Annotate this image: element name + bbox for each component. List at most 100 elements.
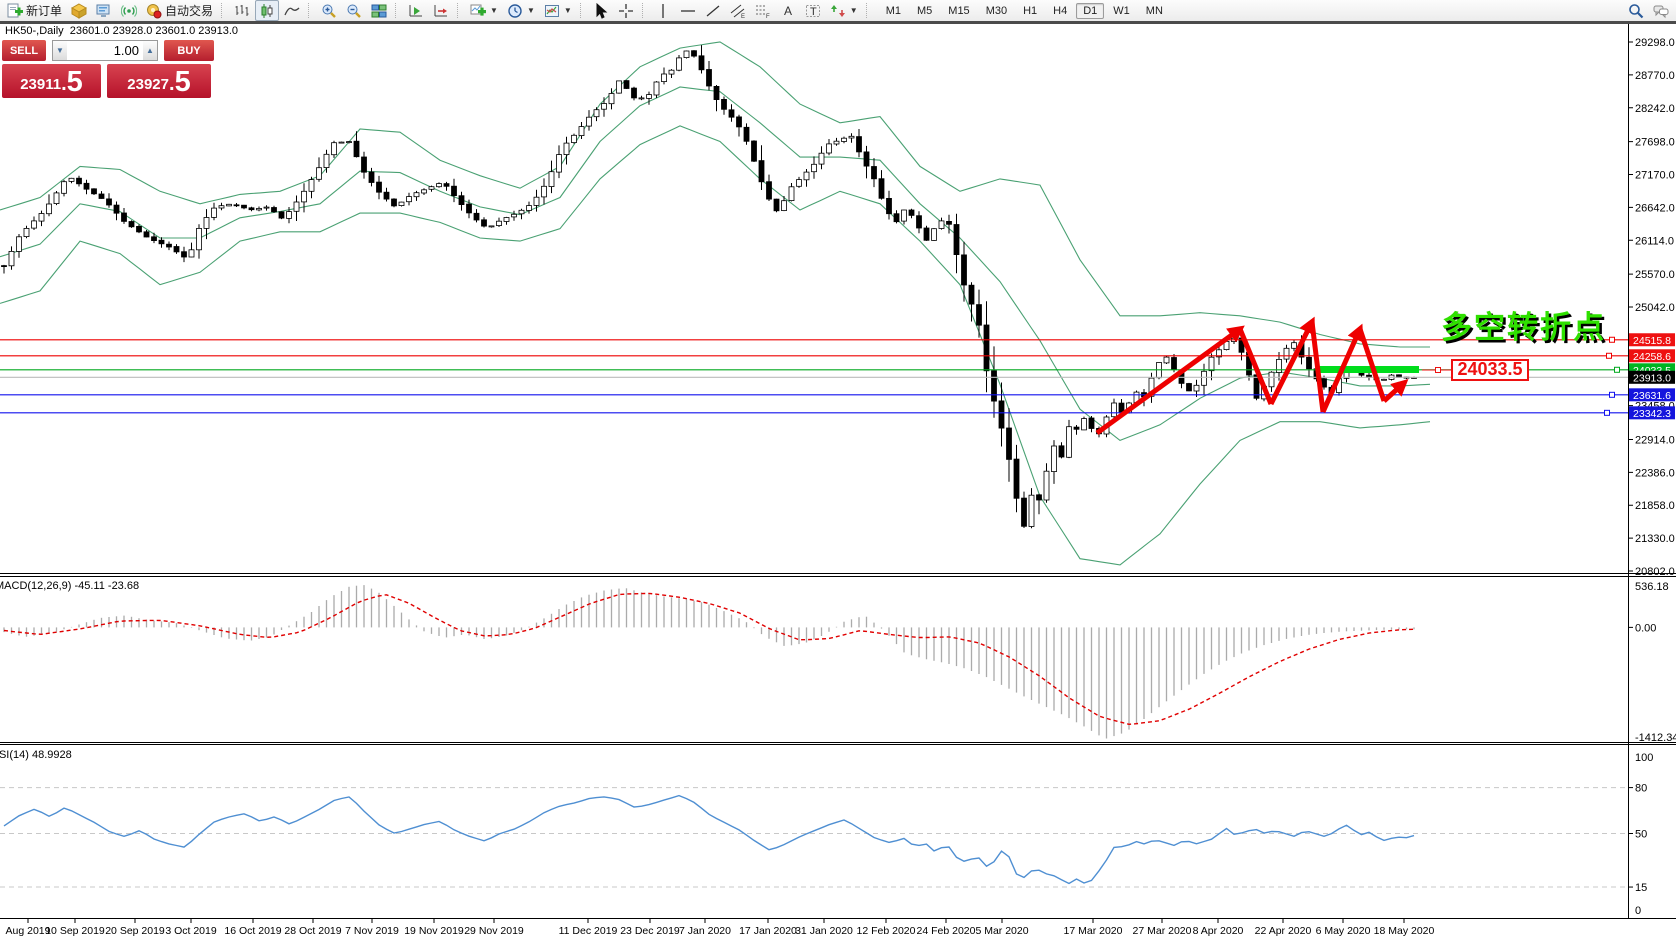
- svg-text:24258.6: 24258.6: [1633, 351, 1671, 363]
- crosshair-tool-button[interactable]: [614, 0, 638, 21]
- main-toolbar: 新订单 自动交易: [0, 0, 1676, 21]
- svg-text:3 Oct 2019: 3 Oct 2019: [165, 925, 217, 937]
- candlestick-type-button[interactable]: [255, 0, 279, 21]
- toolbar-separator: [580, 3, 585, 18]
- vertical-line-icon: [655, 3, 671, 19]
- line-chart-type-button[interactable]: [280, 0, 304, 21]
- rsi-indicator-label: RSI(14) 48.9928: [0, 749, 72, 761]
- timeframe-m30-button[interactable]: M30: [979, 3, 1014, 19]
- toolbar-separator: [308, 3, 313, 18]
- templates-button[interactable]: ▼: [540, 0, 576, 21]
- search-button[interactable]: [1624, 0, 1648, 21]
- chart-canvas[interactable]: 29298.028770.028242.027698.027170.026642…: [0, 22, 1676, 941]
- svg-text:24515.8: 24515.8: [1633, 335, 1671, 347]
- new-order-button[interactable]: 新订单: [3, 0, 66, 21]
- svg-text:11 Dec 2019: 11 Dec 2019: [559, 925, 618, 937]
- zoom-in-button[interactable]: [317, 0, 341, 21]
- svg-text:27170.0: 27170.0: [1635, 169, 1675, 181]
- bid-price-display[interactable]: 23911.5: [2, 64, 101, 98]
- svg-text:23 Dec 2019: 23 Dec 2019: [620, 925, 680, 937]
- horizontal-levels-layer[interactable]: [0, 337, 1628, 415]
- svg-text:19 Nov 2019: 19 Nov 2019: [404, 925, 464, 937]
- svg-text:-1412.34: -1412.34: [1635, 732, 1676, 744]
- periods-button[interactable]: ▼: [503, 0, 539, 21]
- label-tool-button[interactable]: T: [801, 0, 825, 21]
- svg-text:23913.0: 23913.0: [1633, 372, 1671, 384]
- text-tool-button[interactable]: A: [776, 0, 800, 21]
- timeframe-m1-button[interactable]: M1: [879, 3, 908, 19]
- svg-text:0.00: 0.00: [1635, 622, 1656, 634]
- timeframe-w1-button[interactable]: W1: [1106, 3, 1137, 19]
- toolbar-separator: [642, 3, 647, 18]
- indicators-icon: [470, 3, 486, 19]
- timeframe-h4-button[interactable]: H4: [1046, 3, 1074, 19]
- macd-layer: [4, 585, 1414, 738]
- autotrading-button[interactable]: 自动交易: [142, 0, 217, 21]
- svg-text:7 Nov 2019: 7 Nov 2019: [345, 925, 399, 937]
- svg-text:18 May 2020: 18 May 2020: [1374, 925, 1435, 937]
- window-edge: [0, 21, 1676, 24]
- svg-text:50: 50: [1635, 829, 1647, 841]
- date-axis-layer[interactable]: Aug 201910 Sep 201920 Sep 20193 Oct 2019…: [6, 919, 1435, 937]
- svg-text:23631.6: 23631.6: [1633, 390, 1671, 402]
- timeframe-m15-button[interactable]: M15: [941, 3, 976, 19]
- zoom-out-icon: [346, 3, 362, 19]
- fibonacci-icon: F: [755, 3, 771, 19]
- svg-text:E: E: [741, 14, 745, 19]
- bid-pips: 5: [67, 68, 83, 97]
- chart-shift-icon: [433, 3, 449, 19]
- market-watch-button[interactable]: [92, 0, 116, 21]
- tile-windows-button[interactable]: [367, 0, 391, 21]
- buy-button[interactable]: BUY: [164, 40, 214, 61]
- svg-text:6 May 2020: 6 May 2020: [1316, 925, 1371, 937]
- toolbar-separator: [866, 3, 871, 18]
- zigzag-trend-arrow[interactable]: [1097, 329, 1240, 433]
- turning-point-annotation[interactable]: 多空转折点 多空转折点: [1441, 310, 1609, 348]
- volume-up-button[interactable]: ▲: [143, 41, 157, 60]
- auto-scroll-button[interactable]: [404, 0, 428, 21]
- new-order-label: 新订单: [26, 2, 62, 19]
- hline-tool-button[interactable]: [676, 0, 700, 21]
- toolbar-separator: [395, 3, 400, 18]
- sell-button[interactable]: SELL: [2, 40, 46, 61]
- clock-icon: [507, 3, 523, 19]
- ask-price-display[interactable]: 23927.5: [107, 64, 211, 98]
- fibonacci-tool-button[interactable]: F: [751, 0, 775, 21]
- zoom-in-icon: [321, 3, 337, 19]
- volume-input[interactable]: [67, 41, 143, 60]
- svg-text:8 Apr 2020: 8 Apr 2020: [1193, 925, 1244, 937]
- timeframe-mn-button[interactable]: MN: [1139, 3, 1170, 19]
- monitor-icon: [96, 3, 112, 19]
- svg-text:23342.3: 23342.3: [1633, 408, 1671, 420]
- support-highlight-bar[interactable]: [1316, 366, 1419, 373]
- template-icon: [544, 3, 560, 19]
- svg-text:100: 100: [1635, 752, 1653, 764]
- metaeditor-button[interactable]: [67, 0, 91, 21]
- chevron-down-icon: ▼: [490, 6, 498, 15]
- bar-chart-type-button[interactable]: [230, 0, 254, 21]
- volume-down-button[interactable]: ▼: [53, 41, 67, 60]
- svg-text:28 Oct 2019: 28 Oct 2019: [284, 925, 341, 937]
- channel-tool-button[interactable]: E: [726, 0, 750, 21]
- cursor-tool-button[interactable]: [589, 0, 613, 21]
- trendline-tool-button[interactable]: [701, 0, 725, 21]
- zoom-out-button[interactable]: [342, 0, 366, 21]
- timeframe-d1-button[interactable]: D1: [1076, 3, 1104, 19]
- signal-button[interactable]: [117, 0, 141, 21]
- bollinger-bands-layer: [0, 42, 1430, 565]
- price-axis-layer[interactable]: 29298.028770.028242.027698.027170.026642…: [1628, 37, 1676, 917]
- svg-text:25042.0: 25042.0: [1635, 302, 1675, 314]
- svg-text:Aug 2019: Aug 2019: [6, 925, 51, 937]
- vline-tool-button[interactable]: [651, 0, 675, 21]
- ask-main-digits: 23927: [127, 73, 169, 97]
- svg-text:7 Jan 2020: 7 Jan 2020: [679, 925, 731, 937]
- timeframe-m5-button[interactable]: M5: [910, 3, 939, 19]
- chart-shift-button[interactable]: [429, 0, 453, 21]
- timeframe-h1-button[interactable]: H1: [1016, 3, 1044, 19]
- autotrading-label: 自动交易: [165, 2, 213, 19]
- indicators-button[interactable]: ▼: [466, 0, 502, 21]
- arrows-tool-button[interactable]: ▼: [826, 0, 862, 21]
- chevron-down-icon: ▼: [850, 6, 858, 15]
- chat-button[interactable]: [1649, 0, 1673, 21]
- chevron-down-icon: ▼: [527, 6, 535, 15]
